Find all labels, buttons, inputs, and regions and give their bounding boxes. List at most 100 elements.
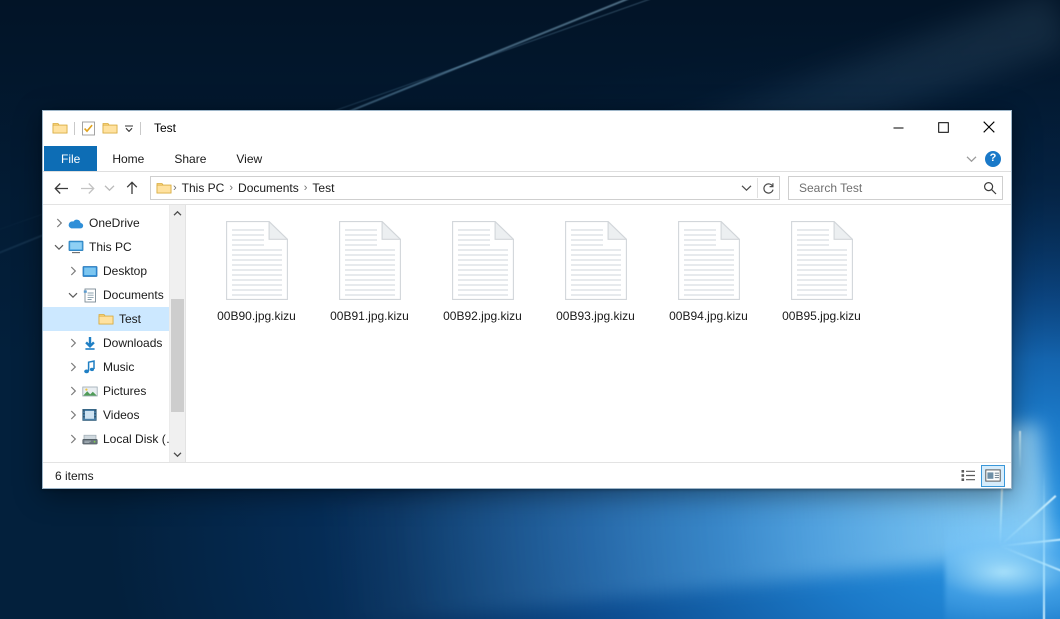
new-folder-icon[interactable]	[102, 121, 118, 135]
wallpaper-logo-ray-5	[1019, 431, 1021, 471]
sidebar-item-music[interactable]: Music	[43, 355, 185, 379]
onedrive-cloud-icon	[67, 215, 84, 231]
file-name-label: 00B90.jpg.kizu	[217, 309, 296, 323]
scrollbar-thumb[interactable]	[171, 299, 184, 412]
search-box[interactable]	[788, 176, 1003, 200]
help-icon[interactable]: ?	[985, 151, 1001, 167]
file-explorer-window: Test File Home S	[42, 110, 1012, 489]
chevron-right-icon[interactable]	[51, 218, 67, 228]
up-button[interactable]	[120, 176, 144, 200]
file-name-label: 00B92.jpg.kizu	[443, 309, 522, 323]
breadcrumb[interactable]: › This PC › Documents › Test	[150, 176, 780, 200]
breadcrumb-item-this-pc[interactable]: This PC	[177, 181, 230, 195]
maximize-button[interactable]	[921, 111, 966, 143]
recent-locations-chevron-down-icon[interactable]	[101, 176, 118, 200]
window-controls	[876, 111, 1011, 143]
close-button[interactable]	[966, 111, 1011, 143]
address-dropdown-chevron-down-icon[interactable]	[736, 178, 757, 198]
desktop-background: Test File Home S	[0, 0, 1060, 619]
folder-icon[interactable]	[52, 121, 68, 135]
sidebar-item-documents[interactable]: Documents	[43, 283, 185, 307]
folder-tree: OneDrive This PC	[43, 205, 185, 451]
properties-icon[interactable]	[81, 121, 96, 136]
sidebar-item-test[interactable]: Test	[43, 307, 185, 331]
search-icon[interactable]	[983, 181, 997, 195]
file-item[interactable]: 00B93.jpg.kizu	[539, 217, 652, 323]
sidebar-item-documents-label: Documents	[103, 288, 164, 302]
sidebar-item-music-label: Music	[103, 360, 134, 374]
customize-quick-access-icon[interactable]	[124, 124, 134, 132]
sidebar-item-this-pc-label: This PC	[89, 240, 132, 254]
expand-ribbon-chevron-down-icon[interactable]	[966, 155, 977, 163]
chevron-right-icon[interactable]	[65, 362, 81, 372]
chevron-right-icon[interactable]	[65, 434, 81, 444]
refresh-icon[interactable]	[758, 178, 779, 198]
breadcrumb-item-test[interactable]: Test	[307, 181, 339, 195]
chevron-down-icon[interactable]	[51, 244, 67, 251]
hard-disk-icon	[81, 431, 98, 447]
file-item[interactable]: 00B95.jpg.kizu	[765, 217, 878, 323]
generic-document-icon	[452, 221, 514, 300]
tab-home[interactable]: Home	[97, 146, 159, 171]
search-input[interactable]	[797, 180, 983, 196]
toolbar-divider-2	[140, 122, 141, 135]
chevron-right-icon[interactable]	[65, 338, 81, 348]
sidebar-item-desktop[interactable]: Desktop	[43, 259, 185, 283]
tab-file[interactable]: File	[44, 146, 97, 171]
file-name-label: 00B95.jpg.kizu	[782, 309, 861, 323]
videos-icon	[81, 407, 98, 423]
chevron-right-icon[interactable]	[65, 266, 81, 276]
status-bar: 6 items	[43, 462, 1011, 488]
desktop-icon	[81, 263, 98, 279]
file-item[interactable]: 00B90.jpg.kizu	[200, 217, 313, 323]
sidebar-item-downloads-label: Downloads	[103, 336, 162, 350]
generic-document-icon	[226, 221, 288, 300]
chevron-right-icon[interactable]	[65, 386, 81, 396]
toolbar-divider	[74, 122, 75, 135]
scroll-down-arrow-icon[interactable]	[170, 446, 185, 462]
ribbon-right-controls: ?	[966, 146, 1007, 171]
file-item[interactable]: 00B92.jpg.kizu	[426, 217, 539, 323]
file-name-label: 00B93.jpg.kizu	[556, 309, 635, 323]
file-item[interactable]: 00B94.jpg.kizu	[652, 217, 765, 323]
generic-document-icon	[565, 221, 627, 300]
breadcrumb-list: › This PC › Documents › Test	[173, 181, 736, 195]
sidebar-item-this-pc[interactable]: This PC	[43, 235, 185, 259]
tab-share-label: Share	[174, 152, 206, 166]
minimize-button[interactable]	[876, 111, 921, 143]
sidebar-item-videos[interactable]: Videos	[43, 403, 185, 427]
pictures-icon	[81, 383, 98, 399]
tab-home-label: Home	[112, 152, 144, 166]
scrollbar-track[interactable]	[170, 221, 185, 446]
file-item[interactable]: 00B91.jpg.kizu	[313, 217, 426, 323]
chevron-down-icon[interactable]	[65, 292, 81, 299]
tab-view[interactable]: View	[221, 146, 277, 171]
window-body: OneDrive This PC	[43, 205, 1011, 462]
this-pc-monitor-icon	[67, 239, 84, 255]
item-count-label: 6 items	[55, 469, 94, 483]
navigation-pane-scrollbar[interactable]	[169, 205, 185, 462]
large-icons-view-button[interactable]	[981, 465, 1005, 487]
wallpaper-logo-glow	[945, 512, 1060, 619]
sidebar-item-local-disk-c[interactable]: Local Disk (C:)	[43, 427, 185, 451]
sidebar-item-downloads[interactable]: Downloads	[43, 331, 185, 355]
ribbon-tab-bar: File Home Share View ?	[43, 146, 1011, 172]
back-button[interactable]	[49, 176, 73, 200]
sidebar-item-videos-label: Videos	[103, 408, 139, 422]
address-bar-row: › This PC › Documents › Test	[43, 172, 1011, 205]
chevron-right-icon[interactable]	[65, 410, 81, 420]
downloads-arrow-icon	[81, 335, 98, 351]
folder-icon	[97, 311, 114, 327]
sidebar-item-onedrive[interactable]: OneDrive	[43, 211, 185, 235]
forward-button[interactable]	[75, 176, 99, 200]
title-bar[interactable]: Test	[43, 111, 1011, 146]
sidebar-item-pictures[interactable]: Pictures	[43, 379, 185, 403]
file-list-pane[interactable]: 00B90.jpg.kizu 00B91.j	[186, 205, 1011, 462]
tab-share[interactable]: Share	[159, 146, 221, 171]
music-note-icon	[81, 359, 98, 375]
details-view-button[interactable]	[957, 466, 979, 486]
scroll-up-arrow-icon[interactable]	[170, 205, 185, 221]
sidebar-item-onedrive-label: OneDrive	[89, 216, 140, 230]
breadcrumb-item-documents[interactable]: Documents	[233, 181, 304, 195]
sidebar-item-pictures-label: Pictures	[103, 384, 146, 398]
